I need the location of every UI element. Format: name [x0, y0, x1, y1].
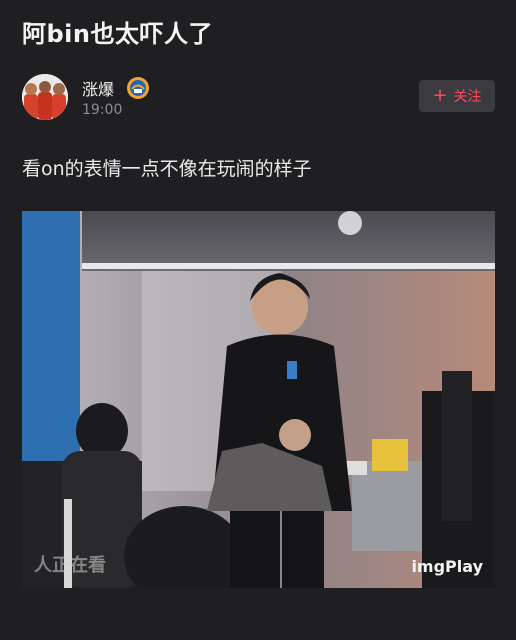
- imgplay-watermark: imgPlay: [411, 557, 483, 576]
- post-media-gif[interactable]: 人正在看 imgPlay: [22, 211, 495, 588]
- author-avatar[interactable]: [22, 74, 68, 120]
- follow-button[interactable]: + 关注: [419, 80, 495, 112]
- basketball-team-avatar-icon: [22, 74, 68, 120]
- author-name[interactable]: 涨爆: [82, 76, 114, 100]
- follow-button-label: 关注: [453, 89, 482, 105]
- plus-icon: +: [432, 85, 448, 106]
- post-time: 19:00: [82, 102, 123, 118]
- team-badge-icon: [126, 76, 150, 100]
- post-title: 阿bin也太吓人了: [22, 20, 213, 48]
- post-content-text: 看on的表情一点不像在玩闹的样子: [22, 158, 312, 180]
- viewer-count-overlay: 人正在看: [34, 555, 106, 576]
- media-scene: [22, 211, 495, 588]
